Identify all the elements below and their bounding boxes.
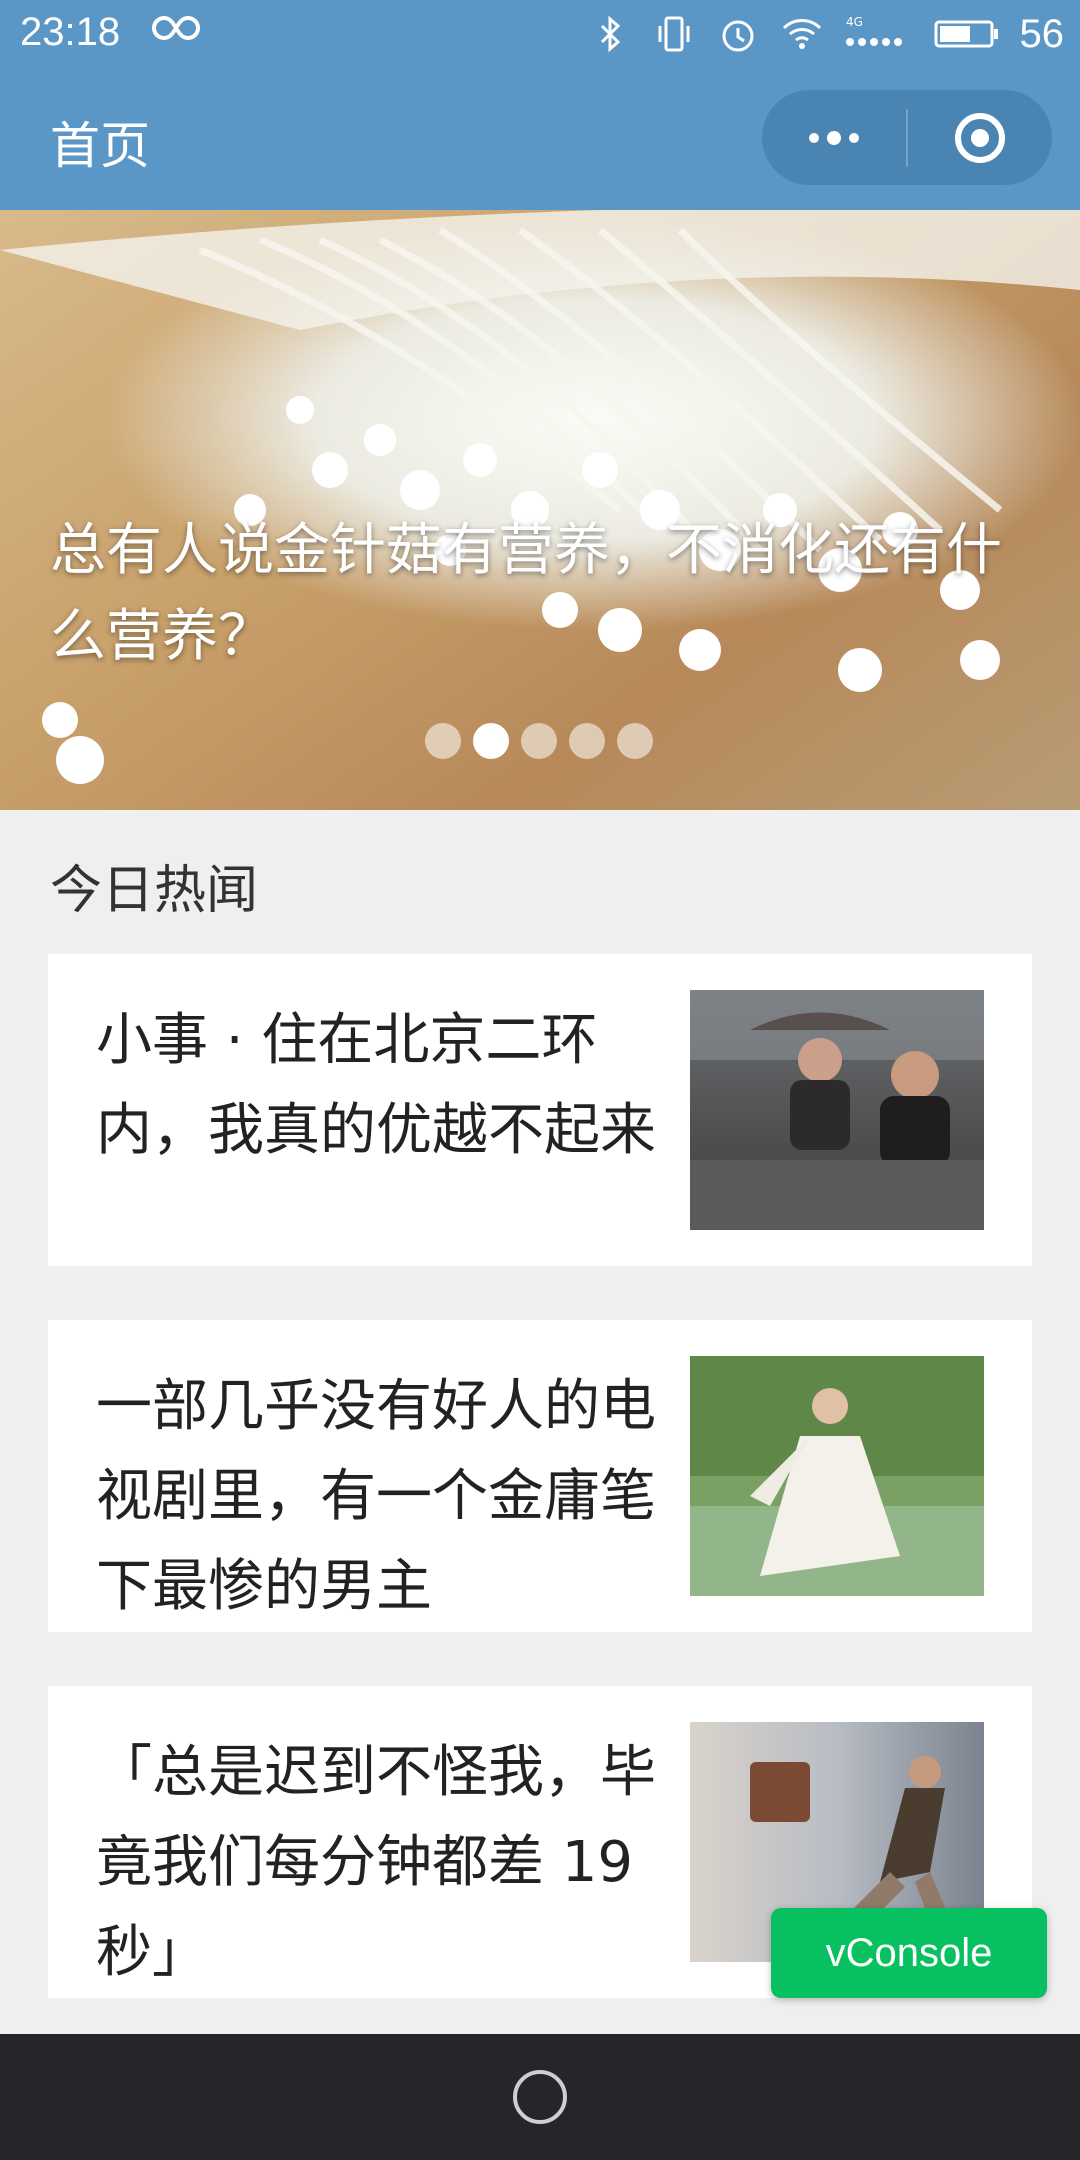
app-header: 首页 bbox=[0, 70, 1080, 210]
banner-carousel[interactable]: 总有人说金针菇有营养，不消化还有什么营养？ bbox=[0, 210, 1080, 810]
more-dots-icon bbox=[809, 130, 859, 145]
alarm-icon bbox=[722, 20, 753, 52]
mini-program-capsule bbox=[762, 90, 1052, 185]
signal-icon: 4G bbox=[845, 15, 902, 46]
link-icon bbox=[152, 15, 200, 41]
bluetooth-icon bbox=[600, 15, 620, 53]
carousel-dot[interactable] bbox=[569, 723, 605, 759]
target-circle-icon bbox=[954, 112, 1005, 163]
article-title: 小事 · 住在北京二环内，我真的优越不起来 bbox=[96, 1008, 656, 1163]
page-title: 首页 bbox=[50, 117, 150, 175]
article-card[interactable]: 一部几乎没有好人的电视剧里，有一个金庸笔下最惨的男主 bbox=[48, 1320, 1032, 1632]
section-title: 今日热闻 bbox=[50, 861, 259, 921]
article-thumbnail bbox=[690, 990, 984, 1230]
home-circle-icon[interactable] bbox=[513, 2070, 567, 2124]
vibrate-icon bbox=[658, 16, 689, 52]
network-label: 4G bbox=[846, 15, 863, 29]
article-title: 一部几乎没有好人的电视剧里，有一个金庸笔下最惨的男主 bbox=[96, 1374, 656, 1619]
carousel-dot-active[interactable] bbox=[473, 723, 509, 759]
banner-title: 总有人说金针菇有营养，不消化还有什么营养？ bbox=[50, 518, 1002, 669]
carousel-dot[interactable] bbox=[617, 723, 653, 759]
close-button[interactable] bbox=[908, 90, 1052, 185]
system-navigation-bar bbox=[0, 2034, 1080, 2160]
article-thumbnail bbox=[690, 1356, 984, 1596]
status-time: 23:18 bbox=[20, 10, 121, 54]
status-icons: 4G 56 bbox=[588, 8, 1065, 60]
vconsole-button[interactable]: vConsole bbox=[771, 1908, 1047, 1998]
battery-level: 56 bbox=[1019, 11, 1065, 56]
article-title: 「总是迟到不怪我，毕竟我们每分钟都差 19 秒」 bbox=[96, 1740, 656, 1985]
wifi-icon bbox=[782, 19, 821, 49]
carousel-dot[interactable] bbox=[425, 723, 461, 759]
carousel-dot[interactable] bbox=[521, 723, 557, 759]
carousel-indicators bbox=[425, 723, 653, 759]
article-card[interactable]: 小事 · 住在北京二环内，我真的优越不起来 bbox=[48, 954, 1032, 1266]
more-button[interactable] bbox=[762, 90, 906, 185]
status-bar: 23:18 4G 56 bbox=[0, 0, 1080, 70]
battery-icon bbox=[934, 20, 998, 48]
